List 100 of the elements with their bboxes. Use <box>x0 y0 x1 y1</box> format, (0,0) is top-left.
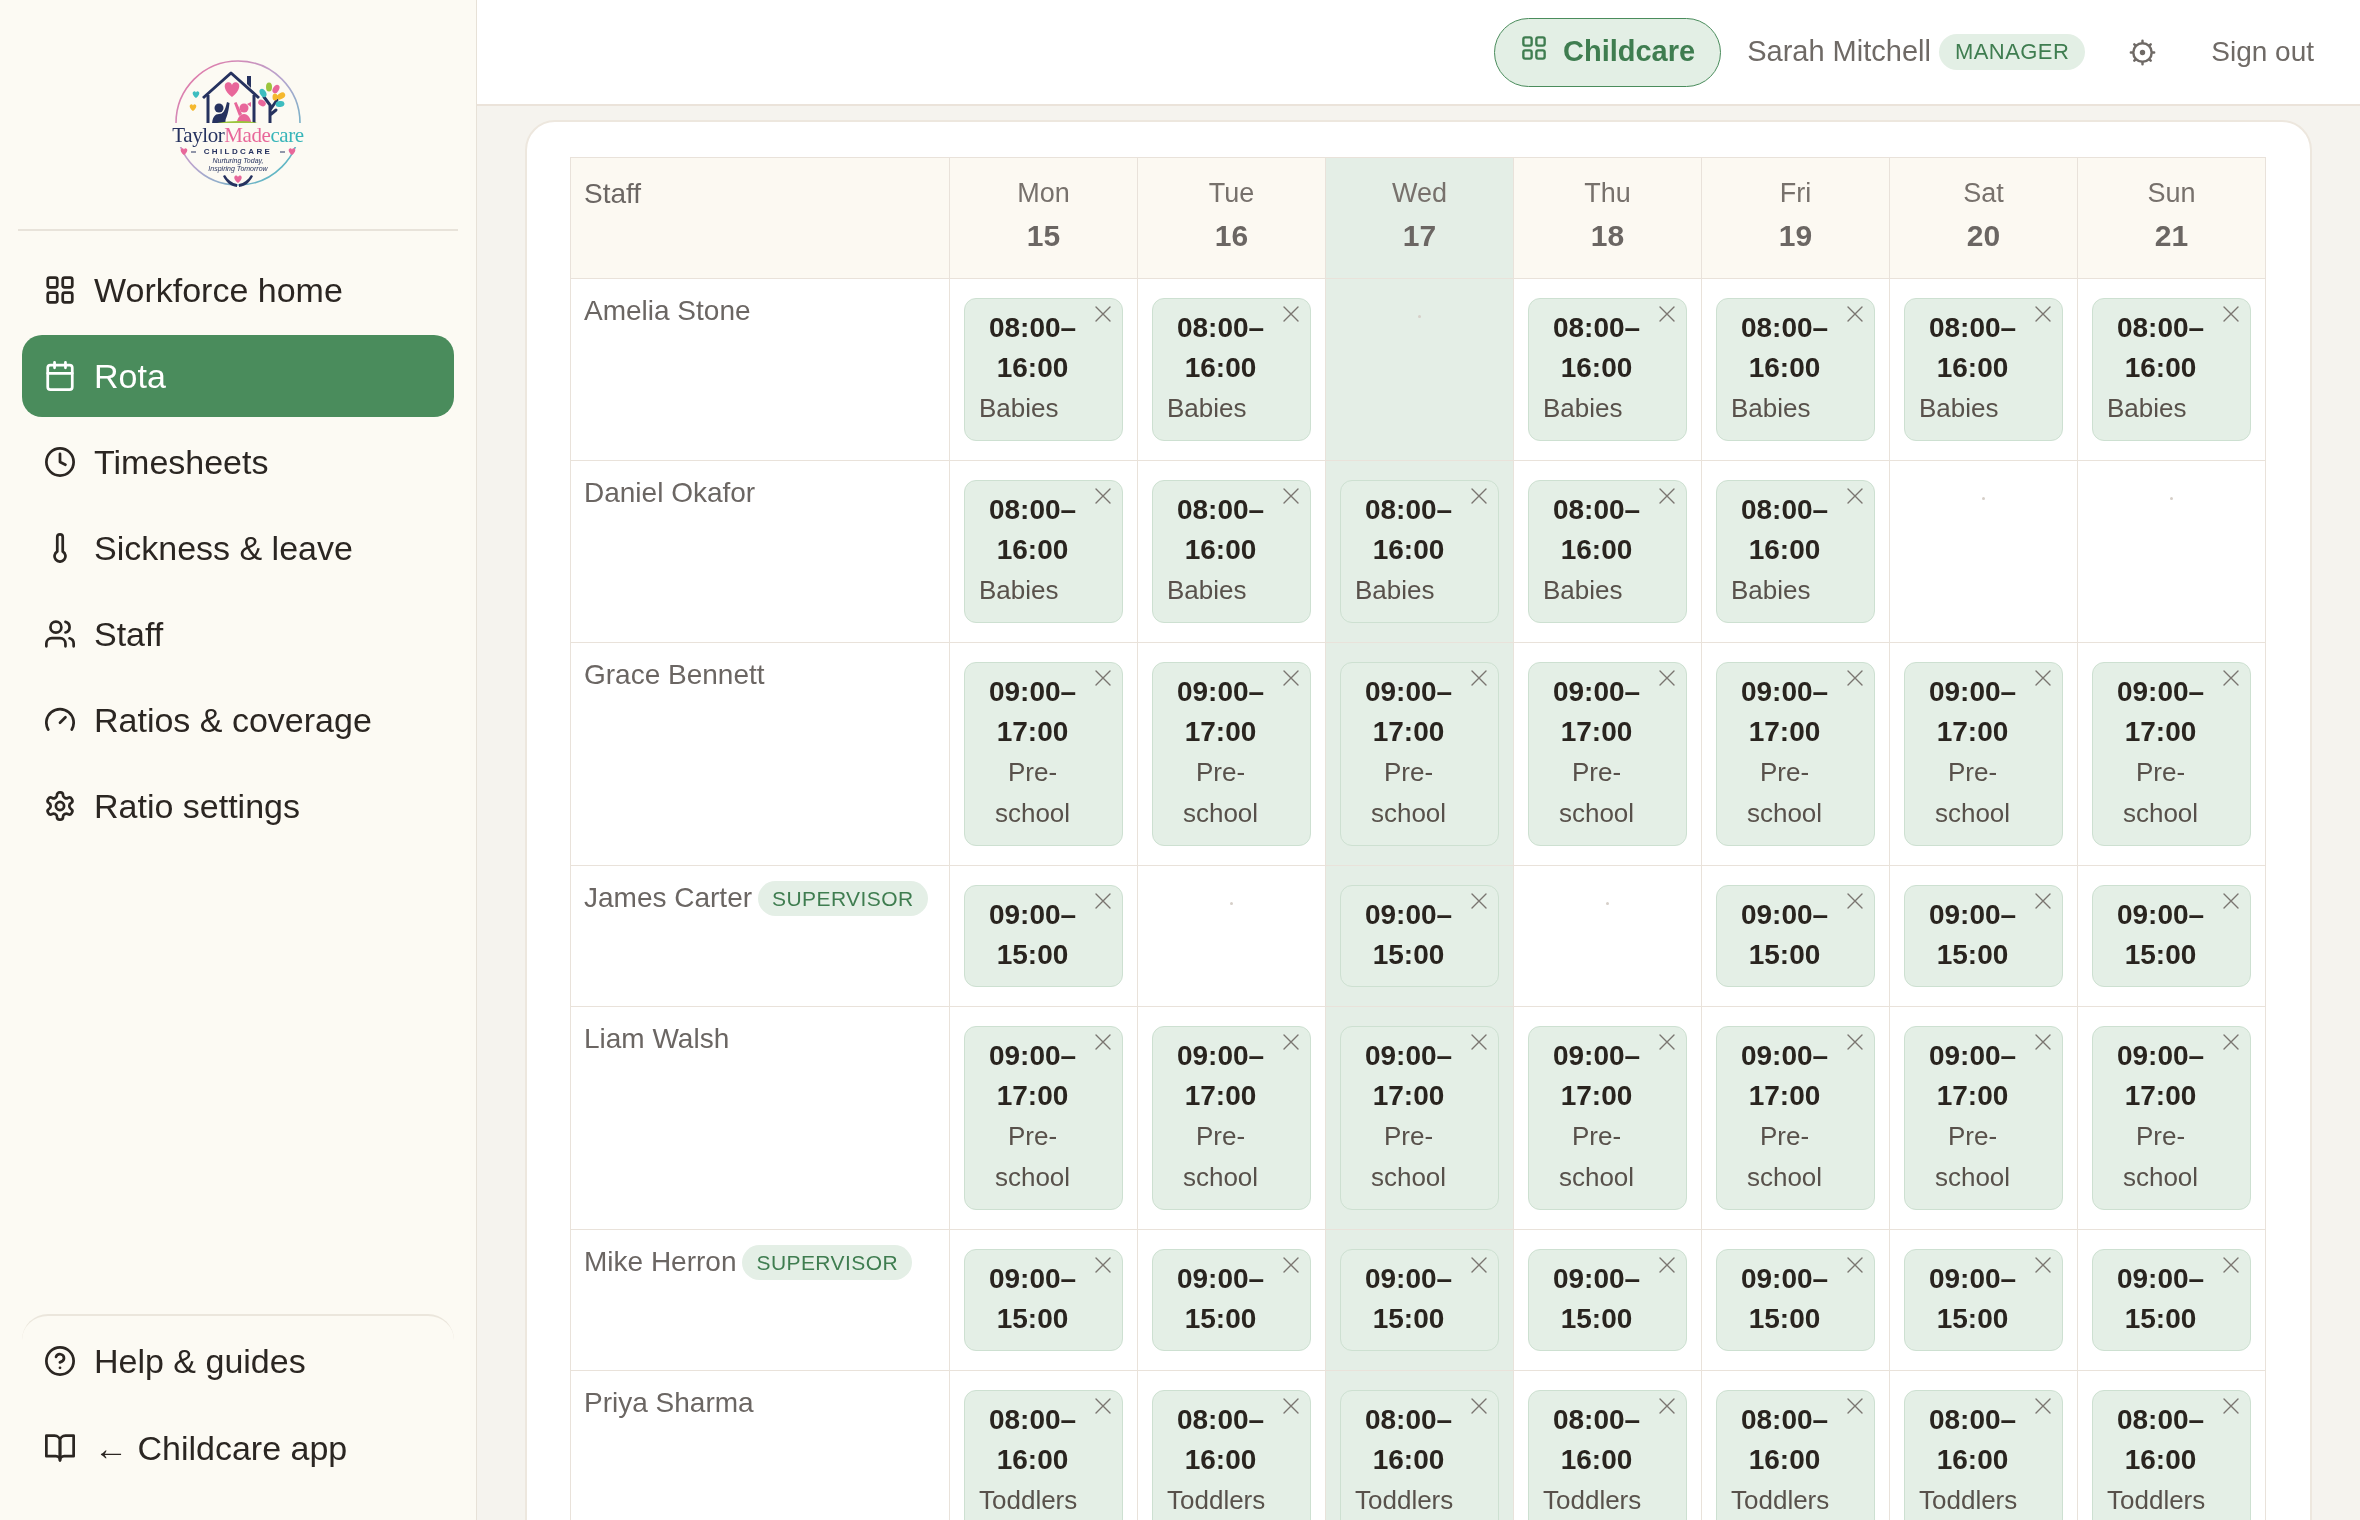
shift-card[interactable]: 09:00–15:00 <box>1904 885 2063 987</box>
close-icon[interactable] <box>1659 1034 1675 1050</box>
shift-card[interactable]: 09:00–17:00 Pre-school <box>1152 1026 1311 1210</box>
shift-card[interactable]: 08:00–16:00 Babies <box>1152 298 1311 441</box>
shift-card[interactable]: 09:00–17:00 Pre-school <box>964 1026 1123 1210</box>
close-icon[interactable] <box>1847 488 1863 504</box>
close-icon[interactable] <box>1471 488 1487 504</box>
shift-card[interactable]: 09:00–17:00 Pre-school <box>1340 1026 1499 1210</box>
close-icon[interactable] <box>1283 670 1299 686</box>
close-icon[interactable] <box>2035 893 2051 909</box>
close-icon[interactable] <box>2223 893 2239 909</box>
close-icon[interactable] <box>2035 306 2051 322</box>
shift-card[interactable]: 09:00–17:00 Pre-school <box>1716 662 1875 846</box>
close-icon[interactable] <box>1095 1398 1111 1414</box>
shift-card[interactable]: 09:00–15:00 <box>1716 885 1875 987</box>
close-icon[interactable] <box>1095 488 1111 504</box>
close-icon[interactable] <box>2223 1257 2239 1273</box>
close-icon[interactable] <box>1095 1257 1111 1273</box>
close-icon[interactable] <box>1471 1257 1487 1273</box>
close-icon[interactable] <box>2223 306 2239 322</box>
close-icon[interactable] <box>1471 893 1487 909</box>
close-icon[interactable] <box>1283 1398 1299 1414</box>
close-icon[interactable] <box>1847 1257 1863 1273</box>
nav-item[interactable]: Rota <box>22 335 454 417</box>
close-icon[interactable] <box>1659 1257 1675 1273</box>
shift-card[interactable]: 09:00–15:00 <box>1528 1249 1687 1351</box>
close-icon[interactable] <box>1095 670 1111 686</box>
close-icon[interactable] <box>2035 1398 2051 1414</box>
shift-card[interactable]: 09:00–15:00 <box>1340 1249 1499 1351</box>
close-icon[interactable] <box>1847 893 1863 909</box>
shift-card[interactable]: 08:00–16:00 Babies <box>2092 298 2251 441</box>
shift-card[interactable]: 09:00–17:00 Pre-school <box>1528 1026 1687 1210</box>
shift-card[interactable]: 09:00–17:00 Pre-school <box>1528 662 1687 846</box>
shift-card[interactable]: 09:00–17:00 Pre-school <box>1716 1026 1875 1210</box>
close-icon[interactable] <box>1847 306 1863 322</box>
close-icon[interactable] <box>2035 1034 2051 1050</box>
shift-card[interactable]: 08:00–16:00 Babies <box>1152 480 1311 623</box>
close-icon[interactable] <box>1095 893 1111 909</box>
nav-item[interactable]: Staff <box>22 593 454 675</box>
shift-card[interactable]: 09:00–15:00 <box>1716 1249 1875 1351</box>
shift-card[interactable]: 09:00–15:00 <box>1340 885 1499 987</box>
close-icon[interactable] <box>1095 1034 1111 1050</box>
shift-card[interactable]: 08:00–16:00 Babies <box>964 480 1123 623</box>
shift-card[interactable]: 08:00–16:00 Toddlers <box>1904 1390 2063 1520</box>
nav-item[interactable]: Timesheets <box>22 421 454 503</box>
shift-card[interactable]: 08:00–16:00 Toddlers <box>1340 1390 1499 1520</box>
shift-card[interactable]: 08:00–16:00 Toddlers <box>1716 1390 1875 1520</box>
shift-card[interactable]: 08:00–16:00 Babies <box>1340 480 1499 623</box>
shift-card[interactable]: 09:00–17:00 Pre-school <box>1904 662 2063 846</box>
shift-card[interactable]: 08:00–16:00 Toddlers <box>1152 1390 1311 1520</box>
shift-card[interactable]: 09:00–15:00 <box>1152 1249 1311 1351</box>
nav-item[interactable]: ← Childcare app <box>22 1407 454 1489</box>
shift-card[interactable]: 09:00–17:00 Pre-school <box>964 662 1123 846</box>
close-icon[interactable] <box>2223 1398 2239 1414</box>
sun-icon[interactable] <box>2129 38 2157 66</box>
shift-card[interactable]: 09:00–15:00 <box>964 885 1123 987</box>
shift-card[interactable]: 09:00–17:00 Pre-school <box>2092 662 2251 846</box>
close-icon[interactable] <box>1283 1257 1299 1273</box>
close-icon[interactable] <box>1847 1398 1863 1414</box>
shift-card[interactable]: 09:00–17:00 Pre-school <box>2092 1026 2251 1210</box>
shift-card[interactable]: 08:00–16:00 Babies <box>1716 480 1875 623</box>
close-icon[interactable] <box>1471 1398 1487 1414</box>
nav-item[interactable]: Ratios & coverage <box>22 679 454 761</box>
shift-card[interactable]: 09:00–15:00 <box>964 1249 1123 1351</box>
shift-card[interactable]: 09:00–15:00 <box>1904 1249 2063 1351</box>
shift-card[interactable]: 08:00–16:00 Babies <box>1528 480 1687 623</box>
shift-card[interactable]: 08:00–16:00 Babies <box>1904 298 2063 441</box>
close-icon[interactable] <box>2035 1257 2051 1273</box>
nav-item[interactable]: Ratio settings <box>22 765 454 847</box>
nav-item[interactable]: Workforce home <box>22 249 454 331</box>
shift-card[interactable]: 09:00–17:00 Pre-school <box>1340 662 1499 846</box>
shift-card[interactable]: 08:00–16:00 Toddlers <box>2092 1390 2251 1520</box>
close-icon[interactable] <box>1471 670 1487 686</box>
sign-out-link[interactable]: Sign out <box>2211 31 2314 73</box>
shift-card[interactable]: 09:00–15:00 <box>2092 1249 2251 1351</box>
shift-card[interactable]: 09:00–17:00 Pre-school <box>1152 662 1311 846</box>
close-icon[interactable] <box>1283 488 1299 504</box>
close-icon[interactable] <box>1283 1034 1299 1050</box>
shift-card[interactable]: 09:00–17:00 Pre-school <box>1904 1026 2063 1210</box>
shift-card[interactable]: 08:00–16:00 Babies <box>964 298 1123 441</box>
close-icon[interactable] <box>1095 306 1111 322</box>
close-icon[interactable] <box>2223 670 2239 686</box>
shift-card[interactable]: 08:00–16:00 Toddlers <box>1528 1390 1687 1520</box>
close-icon[interactable] <box>1847 670 1863 686</box>
close-icon[interactable] <box>2035 670 2051 686</box>
nav-item[interactable]: Sickness & leave <box>22 507 454 589</box>
close-icon[interactable] <box>1283 306 1299 322</box>
close-icon[interactable] <box>1659 488 1675 504</box>
shift-card[interactable]: 08:00–16:00 Toddlers <box>964 1390 1123 1520</box>
nav-item[interactable]: Help & guides <box>22 1320 454 1402</box>
shift-card[interactable]: 08:00–16:00 Babies <box>1528 298 1687 441</box>
shift-card[interactable]: 08:00–16:00 Babies <box>1716 298 1875 441</box>
shift-card[interactable]: 09:00–15:00 <box>2092 885 2251 987</box>
close-icon[interactable] <box>2223 1034 2239 1050</box>
close-icon[interactable] <box>1659 306 1675 322</box>
close-icon[interactable] <box>1847 1034 1863 1050</box>
close-icon[interactable] <box>1659 1398 1675 1414</box>
close-icon[interactable] <box>1471 1034 1487 1050</box>
app-switch-button[interactable]: Childcare <box>1494 17 1722 87</box>
close-icon[interactable] <box>1659 670 1675 686</box>
